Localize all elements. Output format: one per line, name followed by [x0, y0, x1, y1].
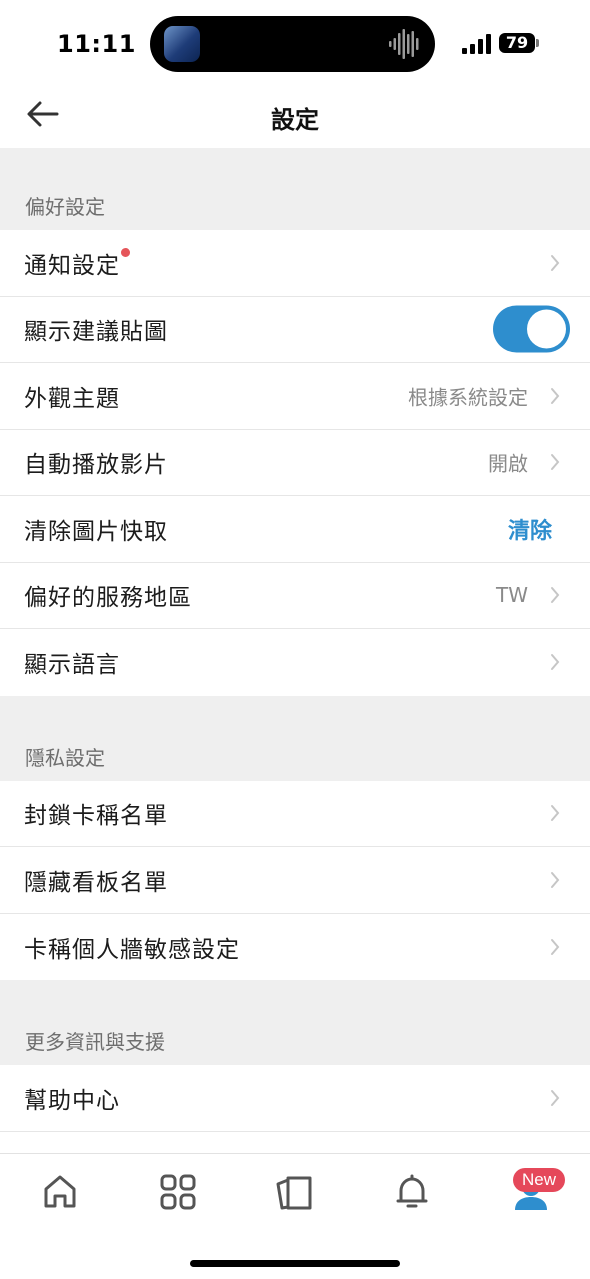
battery-tip [536, 39, 539, 47]
row-value: 開啟 [488, 451, 528, 476]
row-label: 隱藏看板名單 [24, 869, 168, 896]
row-value: 根據系統設定 [408, 385, 528, 410]
chevron-right-icon [551, 254, 560, 271]
section-title: 更多資訊與支援 [25, 1030, 165, 1054]
row-label: 外觀主題 [24, 385, 120, 412]
suggested-stickers-toggle[interactable] [493, 305, 570, 353]
row-label: 通知設定 [24, 252, 120, 279]
row-preferred-region[interactable]: 偏好的服務地區 TW [0, 562, 590, 629]
row-appearance-theme[interactable]: 外觀主題 根據系統設定 [0, 363, 590, 430]
row-notification-settings[interactable]: 通知設定 [0, 230, 590, 297]
row-blocked-card-names[interactable]: 封鎖卡稱名單 [0, 780, 590, 847]
notification-bell-icon [396, 1174, 428, 1208]
audio-waveform-icon [389, 29, 419, 59]
status-bar: 11:11 79 [0, 0, 590, 88]
row-label: 卡稱個人牆敏感設定 [24, 936, 240, 963]
now-playing-artwork [164, 26, 200, 62]
tab-notifications[interactable] [392, 1172, 432, 1212]
row-profile-sensitive-settings[interactable]: 卡稱個人牆敏感設定 [0, 913, 590, 980]
row-label: 偏好的服務地區 [24, 585, 192, 612]
tab-home[interactable] [40, 1172, 80, 1212]
row-hidden-boards[interactable]: 隱藏看板名單 [0, 847, 590, 914]
row-label: 顯示語言 [24, 652, 120, 679]
row-show-suggested-stickers[interactable]: 顯示建議貼圖 [0, 296, 590, 363]
section-header-preferences: 偏好設定 [0, 148, 590, 230]
chevron-right-icon [551, 805, 560, 822]
chevron-right-icon [551, 938, 560, 955]
battery-indicator: 79 [499, 33, 535, 53]
chevron-right-icon [551, 587, 560, 604]
new-badge: New [513, 1168, 565, 1192]
row-value: TW [496, 583, 528, 608]
row-label: 幫助中心 [24, 1087, 120, 1114]
row-label: 顯示建議貼圖 [24, 319, 168, 346]
section-title: 隱私設定 [25, 745, 105, 770]
row-display-language[interactable]: 顯示語言 [0, 629, 590, 696]
section-header-support: 更多資訊與支援 [0, 980, 590, 1065]
row-label: 封鎖卡稱名單 [24, 803, 168, 830]
status-time: 11:11 [57, 30, 136, 58]
boards-icon [276, 1176, 312, 1210]
chevron-right-icon [551, 1089, 560, 1106]
row-partial[interactable] [0, 1131, 590, 1153]
tab-boards[interactable] [274, 1172, 314, 1212]
chevron-right-icon [551, 654, 560, 671]
cellular-signal-icon [462, 34, 491, 54]
section-title: 偏好設定 [25, 195, 105, 219]
tab-apps[interactable] [158, 1172, 198, 1212]
row-clear-image-cache: 清除圖片快取 清除 [0, 496, 590, 563]
section-header-privacy: 隱私設定 [0, 696, 590, 781]
home-indicator[interactable] [190, 1260, 400, 1267]
settings-list[interactable]: 偏好設定 通知設定 顯示建議貼圖 外觀主題 根據系統設定 自動播放影片 開啟 清… [0, 148, 590, 1153]
row-label: 自動播放影片 [24, 452, 168, 479]
row-label: 清除圖片快取 [24, 518, 168, 545]
chevron-right-icon [551, 871, 560, 888]
home-icon [44, 1175, 76, 1208]
unread-dot [121, 248, 130, 257]
toggle-knob [527, 309, 566, 349]
clear-cache-button[interactable]: 清除 [508, 513, 552, 545]
dynamic-island[interactable] [150, 16, 435, 72]
nav-header: 設定 [0, 88, 590, 148]
row-autoplay-video[interactable]: 自動播放影片 開啟 [0, 429, 590, 496]
row-help-center[interactable]: 幫助中心 [0, 1065, 590, 1132]
apps-grid-icon [160, 1174, 196, 1210]
page-title: 設定 [271, 106, 319, 134]
chevron-right-icon [551, 454, 560, 471]
chevron-right-icon [551, 387, 560, 404]
